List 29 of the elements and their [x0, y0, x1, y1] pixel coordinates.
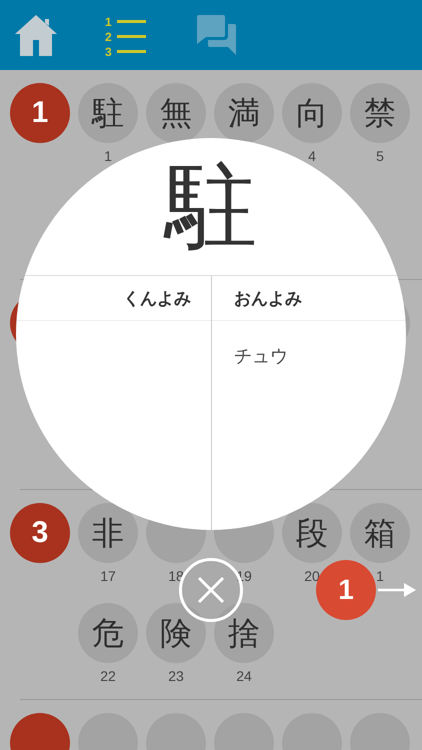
kanji-button[interactable]: 駐 — [78, 83, 138, 143]
kanji-number: 1 — [104, 148, 112, 164]
chat-icon[interactable] — [194, 14, 238, 56]
kanji-number: 17 — [100, 568, 116, 584]
kanji-number: 5 — [376, 148, 384, 164]
lesson-badge[interactable]: 3 — [10, 503, 70, 563]
column-heading: おんよみ — [234, 288, 302, 310]
kanji-button[interactable]: 捨 — [214, 603, 274, 663]
kanji-button[interactable]: 非 — [78, 503, 138, 563]
kanji-button[interactable]: 箱 — [350, 503, 410, 563]
kanji-button[interactable]: 段 — [282, 503, 342, 563]
arrow-right-icon[interactable] — [378, 583, 416, 597]
lesson-badge[interactable]: 1 — [10, 83, 70, 143]
kanji-number: 4 — [308, 148, 316, 164]
column-heading: くんよみ — [123, 288, 191, 310]
kanji-number: 22 — [100, 668, 116, 684]
home-icon[interactable] — [14, 14, 58, 56]
kanji-button[interactable]: 向 — [282, 83, 342, 143]
kanji-button[interactable]: 危 — [78, 603, 138, 663]
close-icon[interactable] — [196, 575, 226, 605]
kanji-number: 1 — [376, 568, 384, 584]
kanji-button[interactable]: 険 — [146, 603, 206, 663]
kanji-button[interactable]: 禁 — [350, 83, 410, 143]
kanji-number: 23 — [168, 668, 184, 684]
kanji-number: 24 — [236, 668, 252, 684]
kanji-button[interactable]: 満 — [214, 83, 274, 143]
kanji-button[interactable]: 無 — [146, 83, 206, 143]
large-kanji: 駐 — [165, 160, 257, 252]
reading-text: チュウ — [234, 345, 288, 368]
